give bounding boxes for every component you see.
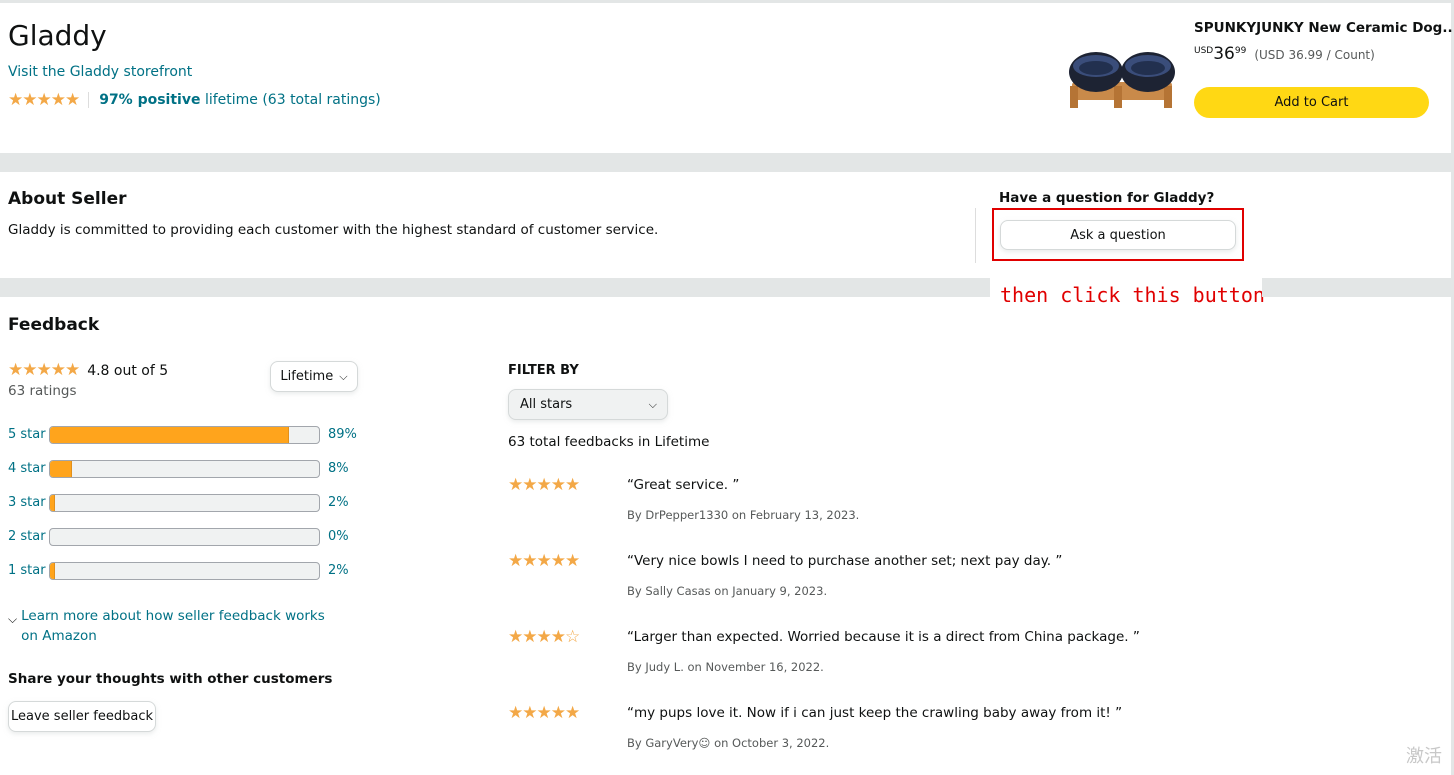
histogram-bar-3[interactable] bbox=[49, 494, 320, 512]
question-heading: Have a question for Gladdy? bbox=[999, 190, 1215, 206]
star-filled-icon: ★ bbox=[565, 551, 580, 571]
learn-more-link[interactable]: Learn more about how seller feedback wor… bbox=[21, 606, 338, 646]
review-byline: By GaryVery☺ on October 3, 2022. bbox=[627, 736, 830, 750]
star-filter-dropdown[interactable]: All stars ⌵ bbox=[508, 389, 668, 420]
star-filled-icon: ★ bbox=[508, 703, 523, 723]
star-filled-icon: ★ bbox=[536, 475, 552, 495]
product-title[interactable]: SPUNKYJUNKY New Ceramic Dog... bbox=[1194, 20, 1454, 36]
star-filled-icon: ★ bbox=[522, 551, 537, 571]
histogram-bar-2[interactable] bbox=[49, 528, 320, 546]
star-filled-icon: ★ bbox=[565, 703, 580, 723]
star-filled-icon: ★ bbox=[565, 475, 580, 495]
histogram-fill-5 bbox=[50, 427, 290, 443]
price-whole: 36 bbox=[1213, 44, 1235, 64]
review-byline: By DrPepper1330 on February 13, 2023. bbox=[627, 508, 860, 522]
histogram-bar-4[interactable] bbox=[49, 460, 320, 478]
seller-positive-summary[interactable]: 97% positive lifetime (63 total ratings) bbox=[99, 92, 381, 108]
star-filled-icon: ★ bbox=[536, 627, 552, 647]
learn-more-row[interactable]: ⌵ Learn more about how seller feedback w… bbox=[8, 606, 338, 646]
about-description: Gladdy is committed to providing each cu… bbox=[8, 222, 659, 238]
histogram-percent-3[interactable]: 2% bbox=[328, 495, 349, 510]
histogram-fill-4 bbox=[50, 461, 72, 477]
star-filled-icon: ★ bbox=[550, 627, 566, 647]
positive-percent: 97% positive bbox=[99, 92, 201, 108]
review-quote: “my pups love it. Now if i can just keep… bbox=[627, 705, 1123, 721]
star-filled-icon: ★ bbox=[522, 703, 537, 723]
filter-by-label: FILTER BY bbox=[508, 363, 579, 378]
star-filled-icon: ★ bbox=[536, 703, 552, 723]
vertical-divider bbox=[975, 208, 976, 263]
watermark: 激活 bbox=[1406, 746, 1442, 767]
seller-rating-stars-icon: ★★★★★ bbox=[8, 89, 80, 110]
review-stars-icon: ★★★★★ bbox=[508, 475, 580, 495]
star-empty-icon: ☆ bbox=[565, 627, 580, 647]
average-text: 4.8 out of 5 bbox=[87, 362, 169, 379]
chevron-down-icon: ⌵ bbox=[339, 369, 348, 383]
star-filled-icon: ★ bbox=[508, 475, 523, 495]
review-quote: “Larger than expected. Worried because i… bbox=[627, 629, 1140, 645]
star-filled-icon: ★ bbox=[508, 627, 523, 647]
period-dropdown[interactable]: Lifetime ⌵ bbox=[270, 361, 358, 392]
star-filled-icon: ★ bbox=[522, 475, 537, 495]
chevron-down-icon: ⌵ bbox=[648, 397, 657, 411]
about-heading: About Seller bbox=[8, 189, 127, 209]
star-filter-selected: All stars bbox=[520, 397, 573, 412]
seller-rating-row: ★★★★★ 97% positive lifetime (63 total ra… bbox=[8, 91, 381, 109]
annotation-text: then click this button bbox=[1000, 283, 1265, 307]
expand-chevron-icon: ⌵ bbox=[8, 612, 18, 626]
ratings-count: 63 ratings bbox=[8, 383, 77, 399]
histogram-bar-1[interactable] bbox=[49, 562, 320, 580]
ask-question-button[interactable]: Ask a question bbox=[1000, 220, 1236, 250]
histogram-bar-5[interactable] bbox=[49, 426, 320, 444]
star-filled-icon: ★ bbox=[550, 475, 566, 495]
histogram-label-4[interactable]: 4 star bbox=[8, 461, 46, 476]
share-heading: Share your thoughts with other customers bbox=[8, 671, 333, 687]
star-filled-icon: ★ bbox=[536, 551, 552, 571]
review-quote: “Great service. ” bbox=[627, 477, 740, 493]
average-stars-icon: ★★★★★ bbox=[8, 360, 80, 380]
histogram-percent-4[interactable]: 8% bbox=[328, 461, 349, 476]
price-fraction: 99 bbox=[1234, 46, 1247, 56]
positive-rest: lifetime (63 total ratings) bbox=[204, 92, 381, 108]
histogram-percent-2[interactable]: 0% bbox=[328, 529, 349, 544]
section-divider-2 bbox=[0, 278, 990, 297]
top-divider bbox=[0, 0, 1454, 3]
total-feedback-text: 63 total feedbacks in Lifetime bbox=[508, 434, 710, 450]
review-quote: “Very nice bowls I need to purchase anot… bbox=[627, 553, 1063, 569]
leave-feedback-button[interactable]: Leave seller feedback bbox=[8, 701, 156, 732]
product-image[interactable] bbox=[1064, 44, 1180, 112]
star-filled-icon: ★ bbox=[550, 551, 566, 571]
price-currency: USD bbox=[1194, 46, 1214, 56]
review-stars-icon: ★★★★☆ bbox=[508, 627, 580, 647]
histogram-label-1[interactable]: 1 star bbox=[8, 563, 46, 578]
seller-name: Gladdy bbox=[8, 19, 107, 52]
review-byline: By Judy L. on November 16, 2022. bbox=[627, 660, 824, 674]
product-price: USD 36 99 (USD 36.99 / Count) bbox=[1194, 43, 1375, 65]
histogram-fill-3 bbox=[50, 495, 56, 511]
section-divider-1 bbox=[0, 153, 1451, 172]
average-rating-row: ★★★★★ 4.8 out of 5 bbox=[8, 362, 168, 379]
histogram-label-5[interactable]: 5 star bbox=[8, 427, 46, 442]
separator bbox=[88, 92, 90, 108]
feedback-heading: Feedback bbox=[8, 315, 100, 335]
period-selected: Lifetime bbox=[280, 369, 334, 384]
star-filled-icon: ★ bbox=[522, 627, 537, 647]
unit-price: (USD 36.99 / Count) bbox=[1254, 48, 1375, 62]
section-divider-2b bbox=[1262, 278, 1451, 297]
review-byline: By Sally Casas on January 9, 2023. bbox=[627, 584, 828, 598]
histogram-percent-5[interactable]: 89% bbox=[328, 427, 357, 442]
histogram-label-3[interactable]: 3 star bbox=[8, 495, 46, 510]
histogram-label-2[interactable]: 2 star bbox=[8, 529, 46, 544]
storefront-link[interactable]: Visit the Gladdy storefront bbox=[8, 64, 192, 80]
star-filled-icon: ★ bbox=[550, 703, 566, 723]
histogram-fill-1 bbox=[50, 563, 56, 579]
review-stars-icon: ★★★★★ bbox=[508, 703, 580, 723]
review-stars-icon: ★★★★★ bbox=[508, 551, 580, 571]
add-to-cart-button[interactable]: Add to Cart bbox=[1194, 87, 1429, 118]
star-filled-icon: ★ bbox=[508, 551, 523, 571]
histogram-percent-1[interactable]: 2% bbox=[328, 563, 349, 578]
